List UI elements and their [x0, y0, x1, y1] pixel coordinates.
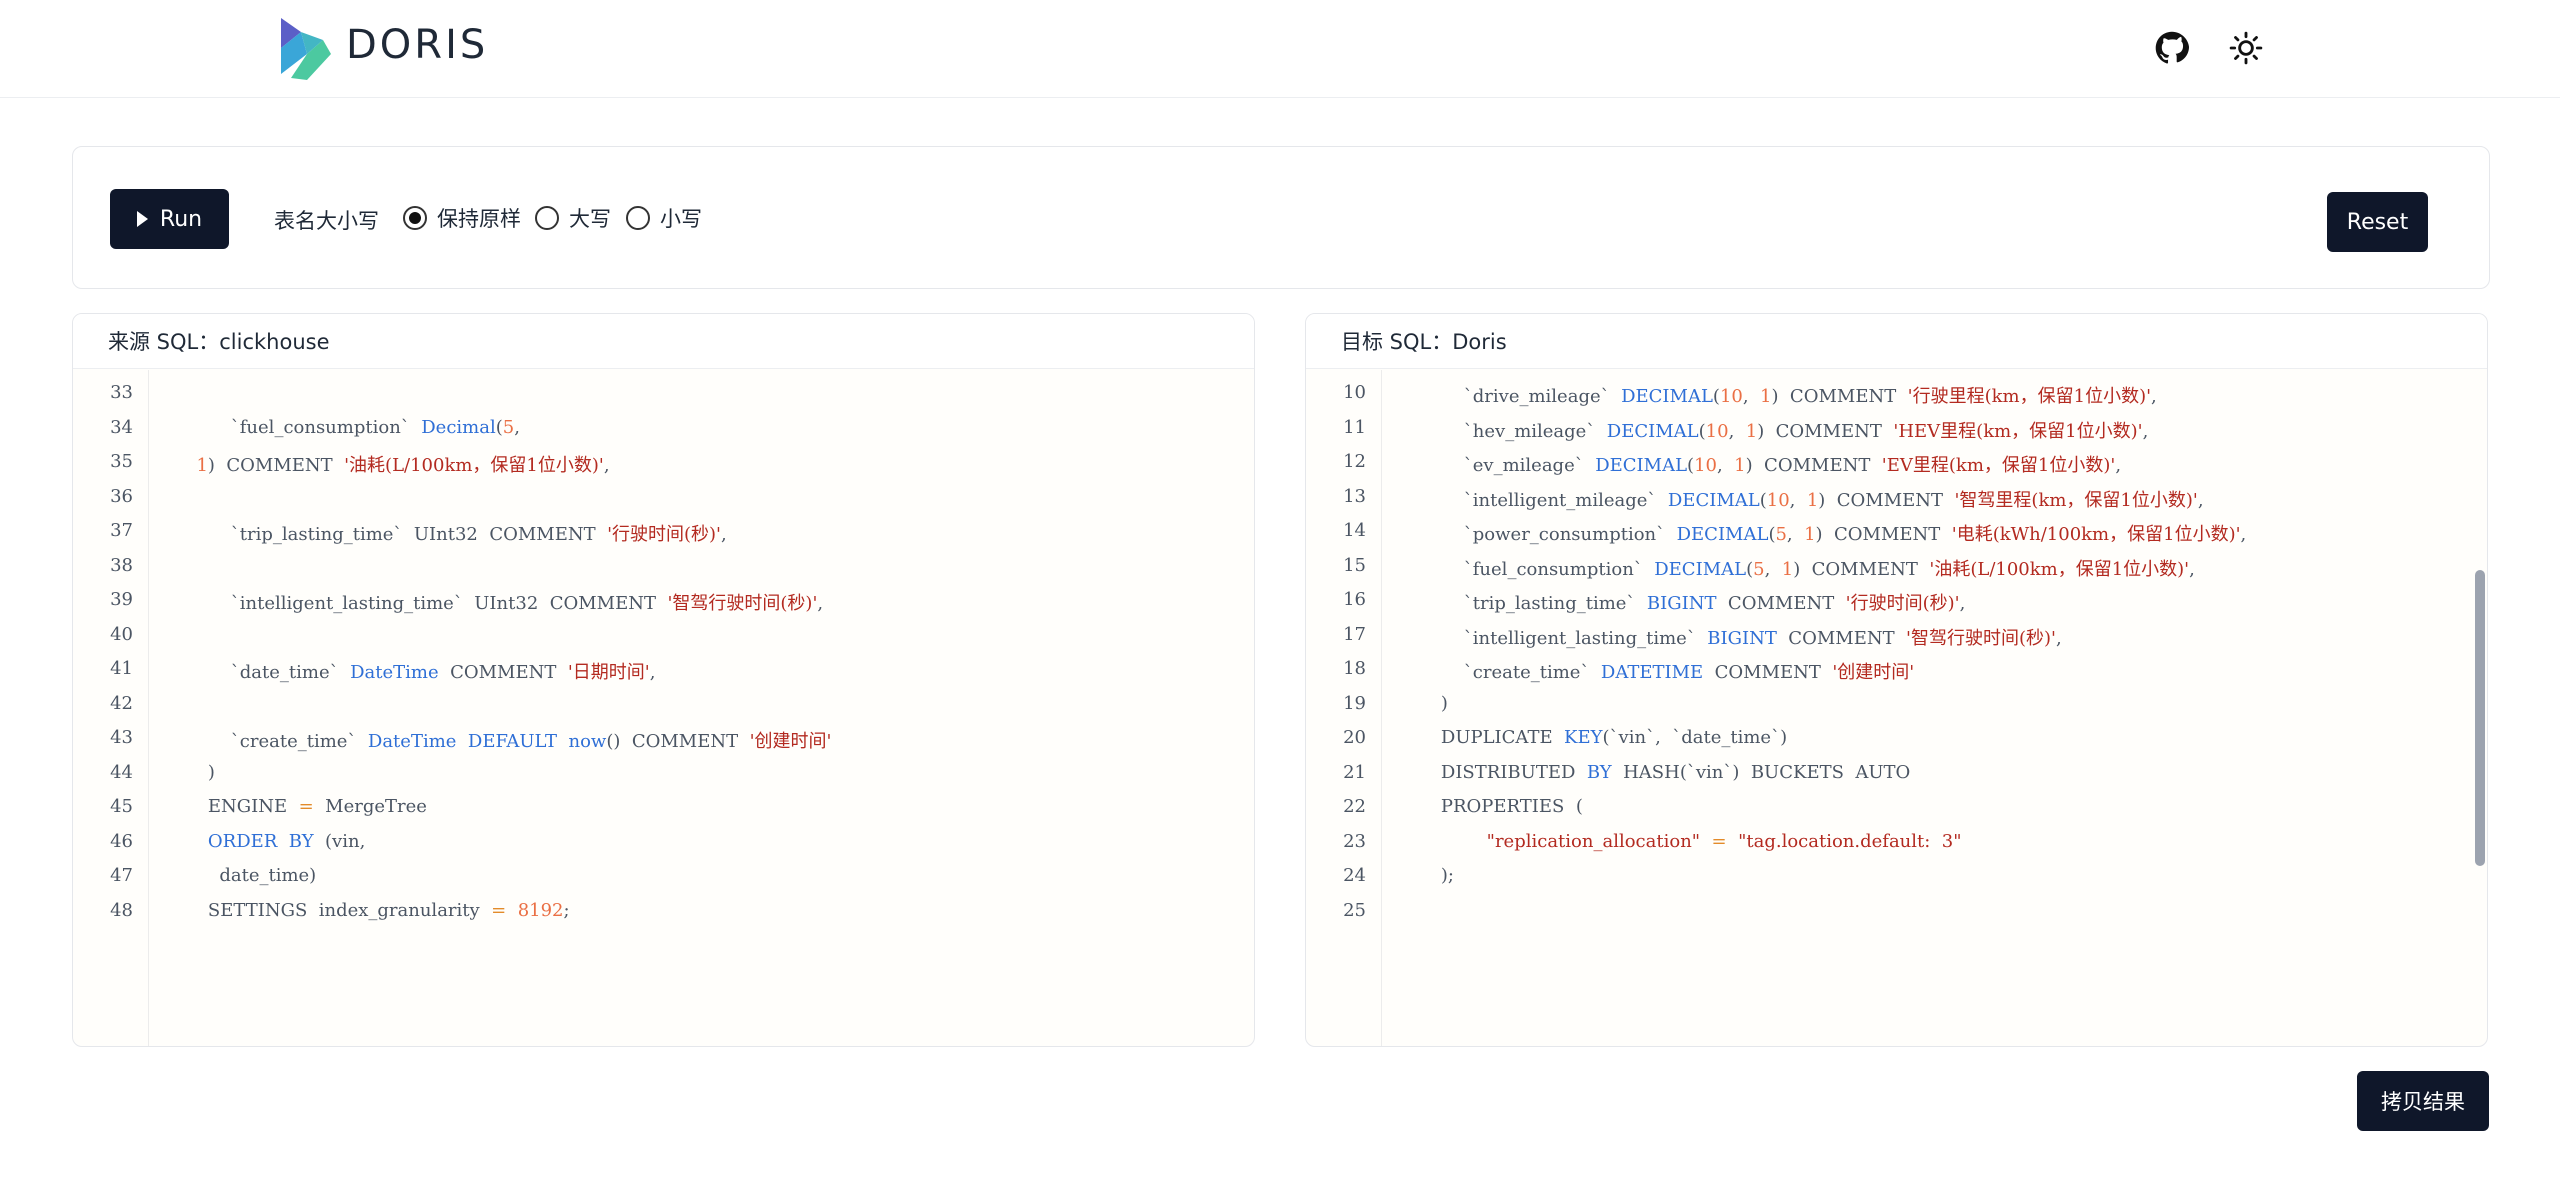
code-line: `create_time` DateTime DEFAULT now() COM…: [185, 731, 832, 752]
line-number: 13: [1343, 485, 1366, 507]
code-line: `intelligent_lasting_time` UInt32 COMMEN…: [185, 593, 824, 614]
line-number: 19: [1343, 692, 1366, 714]
code-line: );: [1418, 865, 1454, 886]
code-line: ): [185, 761, 215, 783]
doris-logo-icon: [281, 18, 331, 80]
code-line: `trip_lasting_time` BIGINT COMMENT '行驶时间…: [1418, 593, 1966, 614]
line-number: 36: [110, 485, 133, 507]
code-line: SETTINGS index_granularity = 8192;: [185, 899, 570, 921]
target-sql-title: 目标 SQL：Doris: [1306, 314, 2487, 369]
line-number: 24: [1343, 865, 1366, 886]
line-number: 22: [1343, 796, 1366, 817]
line-number: 21: [1343, 761, 1366, 783]
run-button[interactable]: Run: [110, 189, 229, 249]
line-number: 47: [110, 865, 133, 886]
code-line: DUPLICATE KEY(`vin`, `date_time`): [1418, 727, 1788, 748]
radio-keep-original[interactable]: 保持原样: [403, 203, 521, 233]
line-number: 38: [110, 554, 133, 576]
line-number: 37: [110, 520, 133, 541]
line-number: 25: [1343, 899, 1366, 921]
radio-dot[interactable]: [535, 206, 559, 230]
code-line: `intelligent_lasting_time` BIGINT COMMEN…: [1418, 627, 2062, 649]
copy-result-button[interactable]: 拷贝结果: [2357, 1071, 2489, 1131]
code-line: 1) COMMENT '油耗(L/100km，保留1位小数)',: [196, 455, 610, 476]
target-code-editor[interactable]: 10 `drive_mileage` DECIMAL(10, 1) COMMEN…: [1306, 370, 2487, 1046]
code-line: ENGINE = MergeTree: [185, 796, 427, 817]
radio-label: 保持原样: [437, 207, 521, 231]
radio-uppercase[interactable]: 大写: [535, 203, 611, 233]
code-line: `fuel_consumption` DECIMAL(5, 1) COMMENT…: [1418, 558, 2195, 580]
code-line: DISTRIBUTED BY HASH(`vin`) BUCKETS AUTO: [1418, 761, 1911, 783]
line-number: 20: [1343, 727, 1366, 748]
radio-lowercase[interactable]: 小写: [626, 203, 702, 233]
code-line: PROPERTIES (: [1418, 796, 1583, 817]
line-number: 17: [1343, 623, 1366, 645]
code-line: `date_time` DateTime COMMENT '日期时间',: [185, 662, 656, 683]
code-line: `hev_mileage` DECIMAL(10, 1) COMMENT 'HE…: [1418, 420, 2149, 442]
target-sql-pane: 目标 SQL：Doris 10 `drive_mileage` DECIMAL(…: [1305, 313, 2488, 1047]
gutter-divider: [148, 370, 149, 1046]
code-line: "replication_allocation" = "tag.location…: [1486, 830, 1962, 852]
line-number: 23: [1343, 830, 1366, 852]
code-line: `fuel_consumption` Decimal(5,: [185, 416, 520, 438]
line-number: 40: [110, 623, 133, 645]
line-number: 14: [1343, 520, 1366, 541]
sun-icon[interactable]: [2229, 31, 2263, 65]
source-sql-pane: 来源 SQL：clickhouse 33 34 `fuel_consumption…: [72, 313, 1255, 1047]
source-code-editor[interactable]: 33 34 `fuel_consumption` Decimal(5, 35 1) …: [73, 370, 1254, 1046]
line-number: 10: [1343, 382, 1366, 403]
table-case-label: 表名大小写: [274, 209, 379, 233]
code-line: date_time): [185, 865, 317, 886]
radio-label: 大写: [569, 207, 611, 231]
radio-dot[interactable]: [403, 206, 427, 230]
play-icon: [136, 211, 148, 227]
source-sql-title: 来源 SQL：clickhouse: [73, 314, 1254, 369]
line-number: 15: [1343, 554, 1366, 576]
line-number: 43: [110, 727, 133, 748]
line-number: 33: [110, 382, 133, 403]
reset-button[interactable]: Reset: [2327, 192, 2428, 252]
line-number: 45: [110, 796, 133, 817]
line-number: 48: [110, 899, 133, 921]
code-line: ): [1418, 692, 1448, 714]
run-button-label: Run: [159, 206, 203, 232]
line-number: 18: [1343, 658, 1366, 679]
app-header: DORIS: [0, 0, 2560, 98]
line-number: 11: [1343, 416, 1366, 438]
line-number: 35: [110, 451, 133, 472]
radio-label: 小写: [660, 207, 702, 231]
line-number: 34: [110, 416, 133, 438]
toolbar: Run 表名大小写 保持原样 大写 小写 Reset: [72, 146, 2490, 289]
code-line: `trip_lasting_time` UInt32 COMMENT '行驶时间…: [185, 524, 727, 545]
line-number: 44: [110, 761, 133, 783]
code-line: `create_time` DATETIME COMMENT '创建时间': [1418, 662, 1915, 683]
line-number: 16: [1343, 589, 1366, 610]
code-line: `ev_mileage` DECIMAL(10, 1) COMMENT 'EV里…: [1418, 455, 2122, 476]
code-line: `drive_mileage` DECIMAL(10, 1) COMMENT '…: [1418, 386, 2157, 407]
editor-scrollbar[interactable]: [2475, 570, 2485, 866]
github-icon[interactable]: [2155, 31, 2189, 65]
code-line: `power_consumption` DECIMAL(5, 1) COMMEN…: [1418, 524, 2247, 545]
code-line: `intelligent_mileage` DECIMAL(10, 1) COM…: [1418, 489, 2204, 511]
line-number: 42: [110, 692, 133, 714]
line-number: 41: [110, 658, 133, 679]
line-number: 12: [1343, 451, 1366, 472]
radio-dot[interactable]: [626, 206, 650, 230]
brand-name: DORIS: [346, 22, 489, 68]
line-number: 39: [110, 589, 133, 610]
gutter-divider: [1381, 370, 1382, 1046]
line-number: 46: [110, 830, 133, 852]
code-line: ORDER BY (vin,: [207, 830, 366, 852]
